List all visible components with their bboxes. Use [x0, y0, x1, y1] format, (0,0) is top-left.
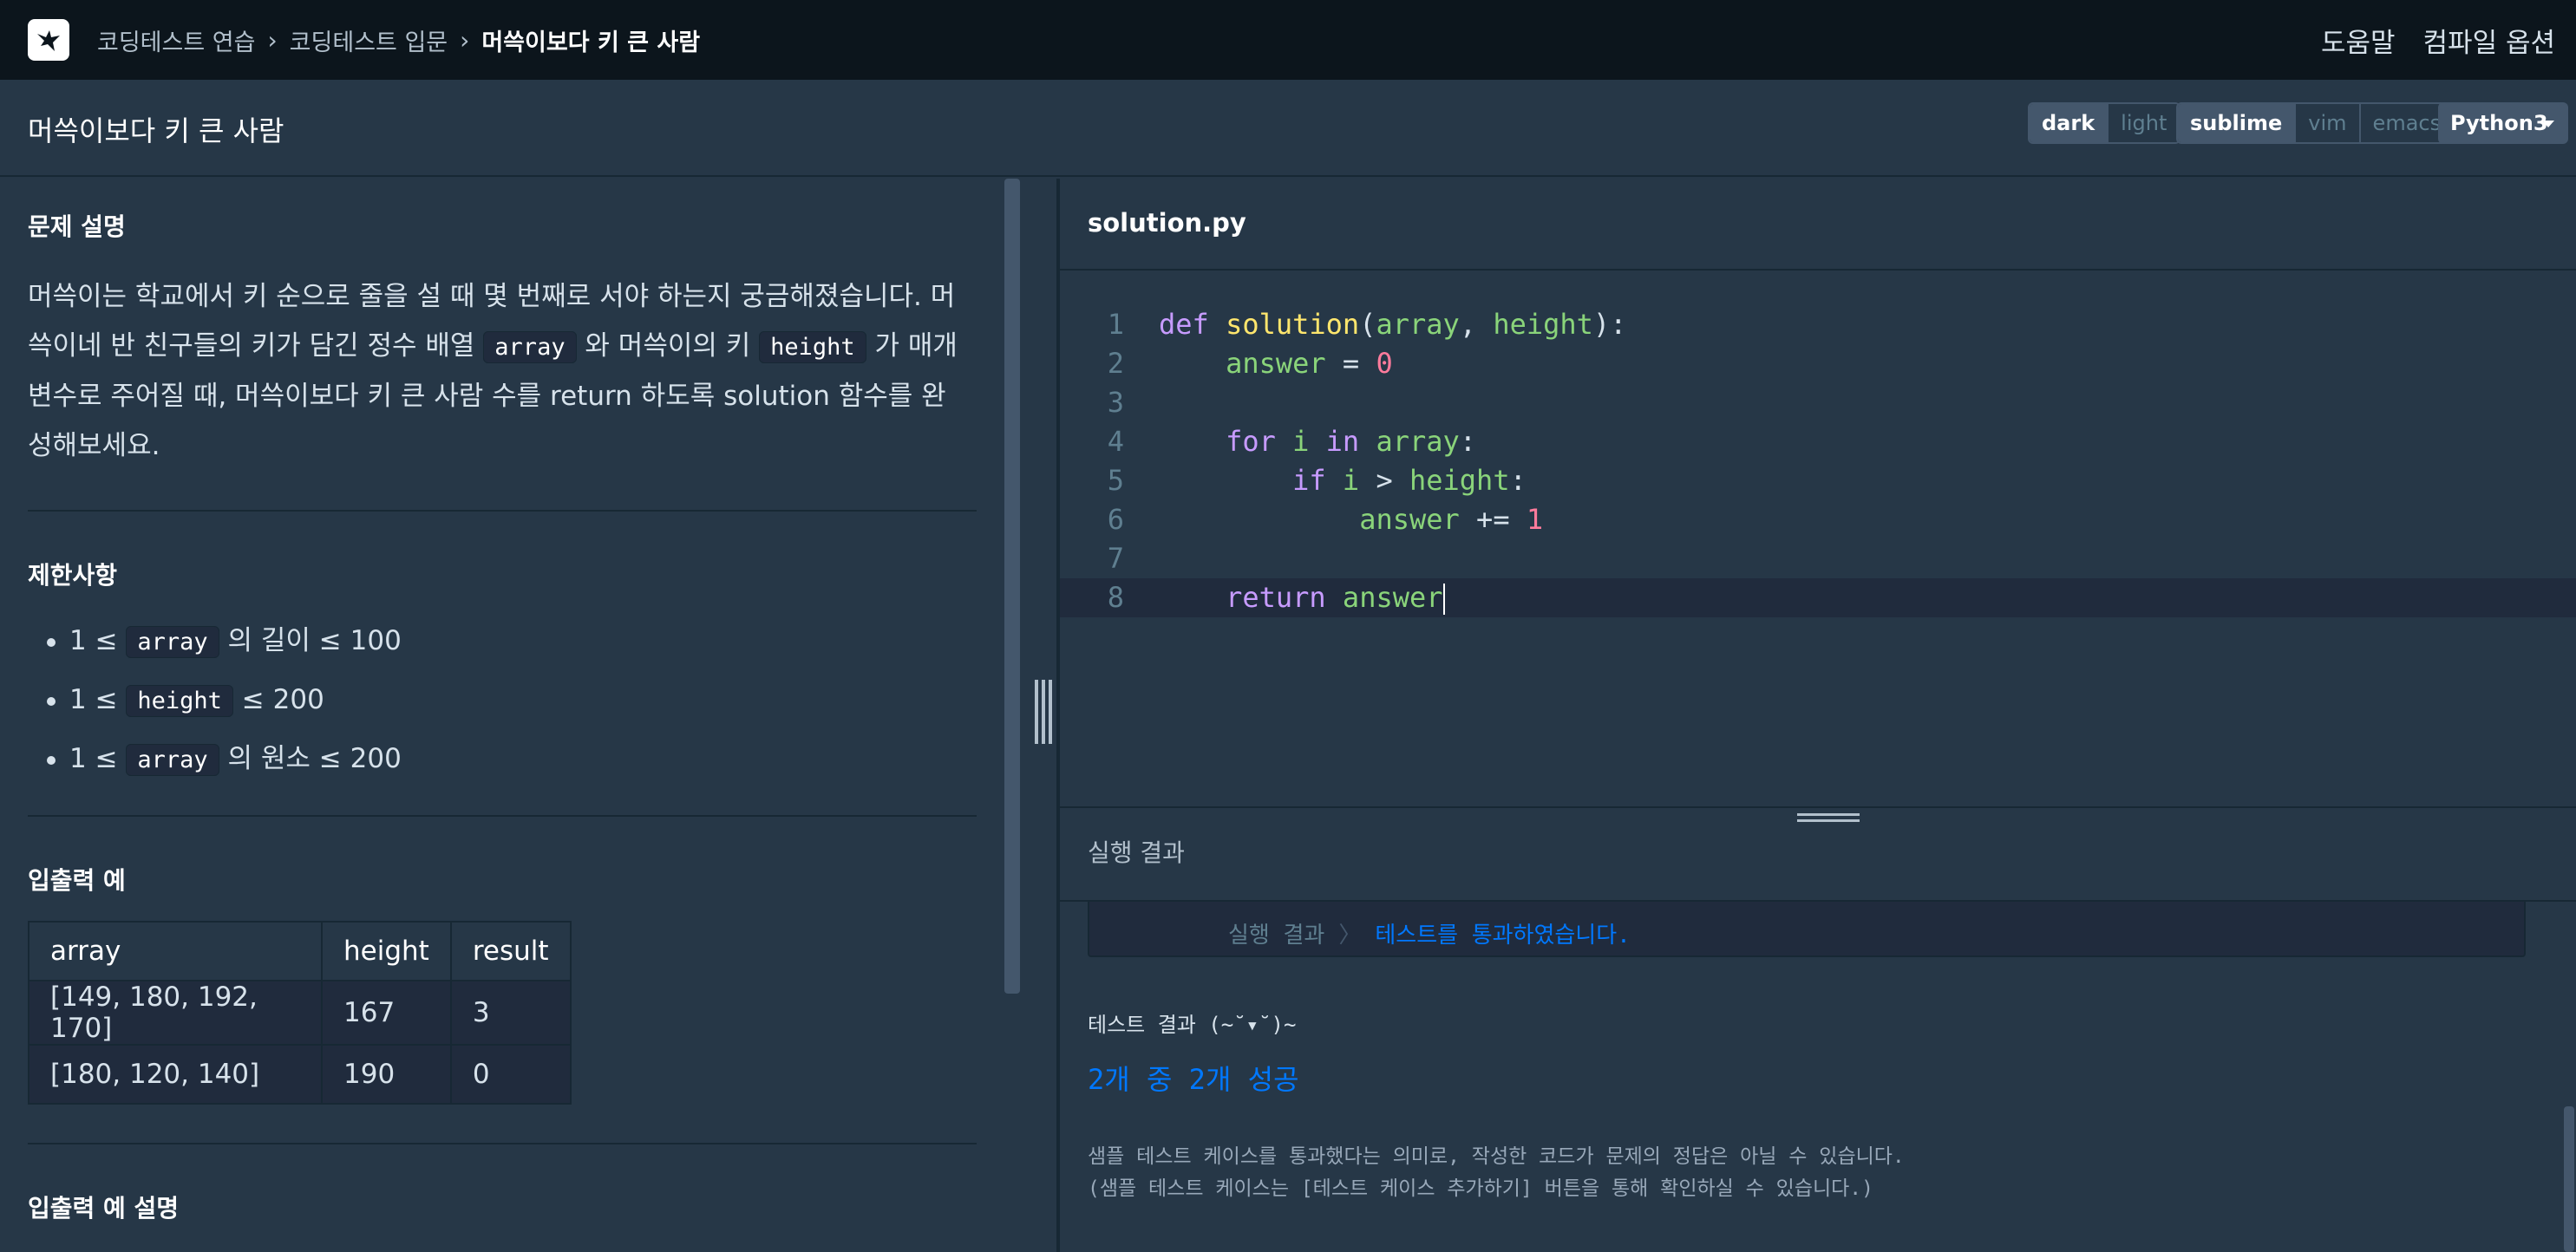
results-body[interactable]: 실행 결과 〉 테스트를 통과하였습니다. 테스트 결과 (~˘▾˘)~ 2개 중 … [1060, 902, 2576, 1252]
line-number: 2 [1107, 347, 1124, 380]
help-link[interactable]: 도움말 [2321, 21, 2396, 60]
results-scrollbar[interactable] [2564, 1106, 2574, 1252]
limit-post: 의 길이 ≤ 100 [219, 625, 402, 656]
breadcrumb-intro[interactable]: 코딩테스트 입문 [290, 23, 448, 57]
limits-heading: 제한사항 [28, 561, 118, 590]
code-line[interactable]: 7 [1060, 539, 2576, 578]
table-cell: 167 [321, 980, 452, 1046]
line-number: 6 [1107, 503, 1124, 536]
code-line[interactable]: 4 for i in array: [1060, 422, 2576, 461]
table-header: height [321, 921, 452, 981]
line-number: 3 [1107, 386, 1124, 419]
limit-post: ≤ 200 [232, 684, 324, 715]
code-line[interactable]: 3 [1060, 383, 2576, 422]
line-number: 5 [1107, 464, 1124, 497]
line-number: 4 [1107, 425, 1124, 458]
table-row: [149, 180, 192, 170] 167 3 [28, 980, 572, 1046]
splitter-handle-icon[interactable] [1035, 680, 1054, 744]
limit-code: array [126, 744, 219, 776]
page-title: 머쓱이보다 키 큰 사람 [28, 114, 284, 147]
test-summary: 테스트 결과 (~˘▾˘)~ [1088, 1013, 1297, 1037]
language-label: Python3 [2450, 111, 2548, 135]
limit-code: array [126, 626, 219, 658]
text-cursor [1442, 584, 1445, 615]
code-line[interactable]: 1 def solution(array, height): [1060, 305, 2576, 344]
io-explain-heading: 입출력 예 설명 [28, 1194, 180, 1223]
language-select[interactable]: Python3 [2438, 102, 2568, 144]
theme-toggle: dark light [2028, 102, 2181, 144]
compile-options-link[interactable]: 컴파일 옵션 [2423, 21, 2555, 60]
divider [28, 510, 977, 512]
code-line[interactable]: 2 answer = 0 [1060, 344, 2576, 383]
breadcrumb: 코딩테스트 연습 › 코딩테스트 입문 › 머쓱이보다 키 큰 사람 [97, 0, 700, 80]
chevron-right-icon: 〉 [1338, 923, 1362, 949]
code-line-active[interactable]: 8 return answer [1060, 578, 2576, 617]
challenge-header: 머쓱이보다 키 큰 사람 dark light sublime vim emac… [0, 80, 2576, 177]
table-cell: 3 [449, 980, 572, 1046]
description-heading: 문제 설명 [28, 212, 126, 241]
editor-filename: solution.py [1088, 208, 1246, 238]
limit-code: height [126, 685, 233, 717]
pass-count: 2개 중 2개 성공 [1088, 1063, 1299, 1096]
result-row: 실행 결과 〉 테스트를 통과하였습니다. [1228, 917, 1631, 949]
breadcrumb-practice[interactable]: 코딩테스트 연습 [97, 23, 255, 57]
code-array: array [483, 331, 577, 363]
theme-light-button[interactable]: light [2109, 104, 2180, 142]
theme-dark-button[interactable]: dark [2030, 104, 2109, 142]
code-line[interactable]: 6 answer += 1 [1060, 500, 2576, 539]
keymap-toggle: sublime vim emacs [2176, 102, 2455, 144]
chevron-right-icon: › [460, 25, 470, 55]
divider [28, 1143, 977, 1144]
result-value: 테스트를 통과하였습니다. [1375, 923, 1631, 949]
limit-item: 1 ≤ array 의 길이 ≤ 100 [47, 612, 402, 671]
code-editor[interactable]: solution.py 1 def solution(array, height)… [1060, 179, 2576, 806]
table-header: array [28, 921, 323, 981]
results-heading: 실행 결과 [1088, 838, 1185, 867]
programmers-logo[interactable] [28, 19, 69, 61]
note-line: 샘플 테스트 케이스를 통과했다는 의미로, 작성한 코드가 문제의 정답은 아… [1088, 1145, 1905, 1168]
line-number: 1 [1107, 308, 1124, 341]
chevron-right-icon: › [267, 25, 278, 55]
results-panel[interactable]: 실행 결과 실행 결과 〉 테스트를 통과하였습니다. 테스트 결과 (~˘▾˘)~… [1060, 808, 2576, 1252]
limits-list: 1 ≤ array 의 길이 ≤ 100 1 ≤ height ≤ 200 1 … [47, 612, 402, 789]
problem-panel[interactable]: 문제 설명 머쓱이는 학교에서 키 순으로 줄을 설 때 몇 번째로 서야 하는… [0, 179, 1056, 1252]
problem-description: 머쓱이는 학교에서 키 순으로 줄을 설 때 몇 번째로 서야 하는지 궁금해졌… [28, 272, 964, 471]
table-cell: 190 [321, 1044, 452, 1105]
desc-text-2: 와 머쓱이의 키 [576, 330, 760, 362]
problem-scrollbar[interactable] [1004, 179, 1020, 994]
table-cell: 0 [449, 1044, 572, 1105]
code-line[interactable]: 5 if i > height: [1060, 461, 2576, 500]
resize-handle-icon[interactable] [1797, 813, 1860, 831]
keymap-vim-button[interactable]: vim [2296, 104, 2361, 142]
caret-down-icon [2542, 121, 2554, 127]
limit-item: 1 ≤ height ≤ 200 [47, 671, 402, 730]
line-number: 7 [1107, 542, 1124, 575]
code-height: height [759, 331, 866, 363]
keymap-sublime-button[interactable]: sublime [2178, 104, 2297, 142]
breadcrumb-current: 머쓱이보다 키 큰 사람 [481, 29, 701, 56]
io-heading: 입출력 예 [28, 866, 126, 895]
divider [28, 815, 977, 817]
test-case-result: 실행 결과 〉 테스트를 통과하였습니다. [1088, 902, 2526, 957]
io-example-table: array height result [149, 180, 192, 170]… [28, 921, 572, 1105]
table-cell: [180, 120, 140] [28, 1044, 323, 1105]
note-line: (샘플 테스트 케이스는 [테스트 케이스 추가하기] 버튼을 통해 확인하실 … [1088, 1177, 1873, 1200]
divider [1060, 269, 2576, 271]
limit-pre: 1 ≤ [69, 743, 127, 774]
table-cell: [149, 180, 192, 170] [28, 980, 323, 1046]
limit-pre: 1 ≤ [69, 684, 127, 715]
line-number: 8 [1107, 581, 1124, 614]
limit-pre: 1 ≤ [69, 625, 127, 656]
results-note: 샘플 테스트 케이스를 통과했다는 의미로, 작성한 코드가 문제의 정답은 아… [1088, 1141, 1905, 1205]
table-row: [180, 120, 140] 190 0 [28, 1044, 572, 1105]
limit-post: 의 원소 ≤ 200 [219, 743, 402, 774]
table-header: result [449, 921, 572, 981]
code-area[interactable]: 1 def solution(array, height): 2 answer =… [1060, 305, 2576, 617]
bird-logo-icon [37, 30, 60, 51]
table-header-row: array height result [28, 921, 572, 981]
result-label: 실행 결과 [1228, 923, 1325, 949]
top-nav: 코딩테스트 연습 › 코딩테스트 입문 › 머쓱이보다 키 큰 사람 도움말 컴… [0, 0, 2576, 80]
limit-item: 1 ≤ array 의 원소 ≤ 200 [47, 730, 402, 789]
